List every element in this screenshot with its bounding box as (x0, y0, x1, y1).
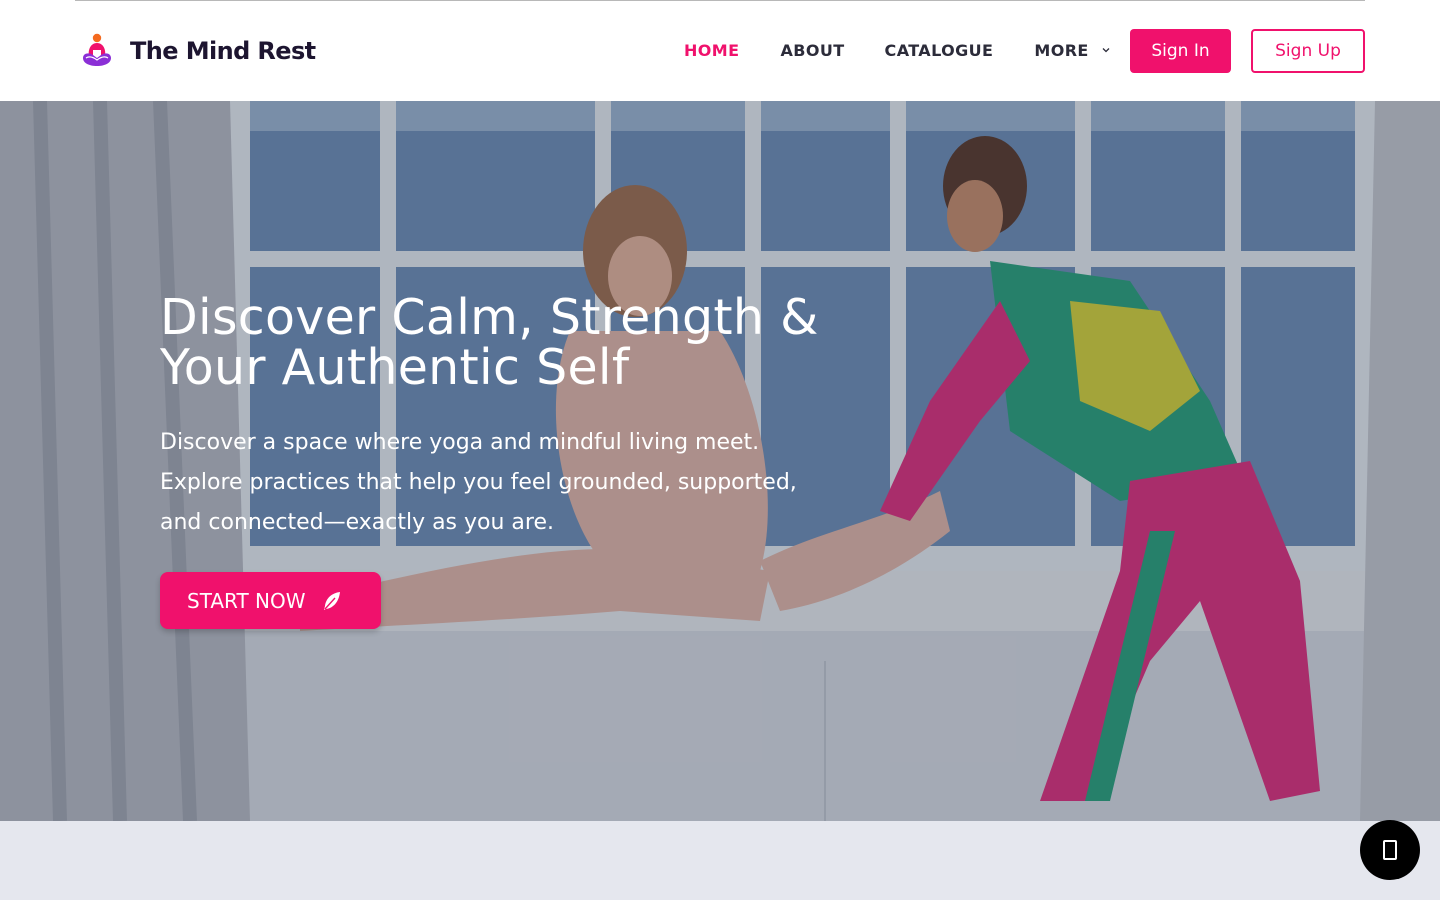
main-nav: HOME ABOUT CATALOGUE MORE (684, 38, 1111, 62)
nav-item-more-label: MORE (1034, 40, 1089, 60)
meditation-figure-icon (83, 33, 111, 66)
hero-description: Discover a space where yoga and mindful … (160, 430, 797, 535)
sign-in-button[interactable]: Sign In (1130, 29, 1231, 73)
chevron-down-icon (1102, 48, 1110, 53)
accessibility-fab-button[interactable] (1360, 820, 1420, 880)
missing-glyph-icon (1383, 840, 1397, 860)
next-section (0, 821, 1440, 900)
nav-item-home[interactable]: HOME (684, 41, 739, 60)
hero-section: Discover Calm, Strength & Your Authentic… (0, 101, 1440, 821)
nav-item-more[interactable]: MORE (1034, 41, 1110, 60)
nav-item-catalogue[interactable]: CATALOGUE (885, 41, 994, 60)
feather-icon (323, 591, 340, 610)
nav-item-about[interactable]: ABOUT (780, 41, 844, 60)
brand-logo-link[interactable]: The Mind Rest (80, 32, 316, 70)
sign-up-button[interactable]: Sign Up (1251, 29, 1365, 73)
start-now-button[interactable]: START NOW (160, 572, 381, 629)
hero-title: Discover Calm, Strength & Your Authentic… (160, 289, 819, 396)
start-now-label: START NOW (187, 588, 306, 613)
site-header: The Mind Rest HOME ABOUT CATALOGUE MORE … (0, 0, 1440, 101)
brand-name: The Mind Rest (130, 37, 316, 65)
top-divider (75, 0, 1365, 1)
